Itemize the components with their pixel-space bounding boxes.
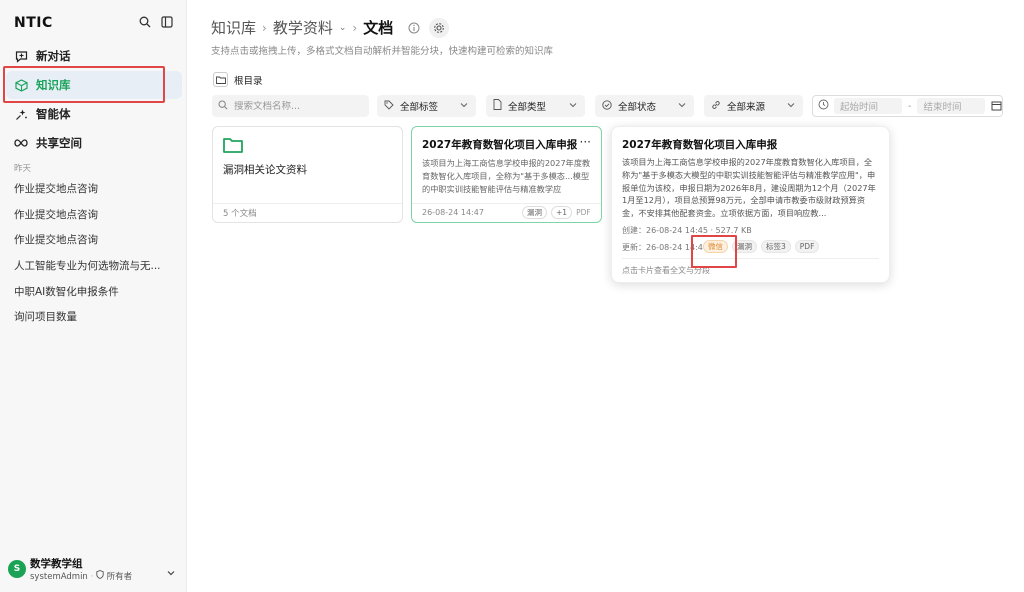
chevron-down-icon <box>568 100 578 110</box>
dropdown-value: 全部标签 <box>400 102 439 113</box>
preview-description: 该项目为上海工商信息学校申报的2027年度教育数智化入库项目，全称为"基于多模态… <box>622 157 876 219</box>
doc-description: 该项目为上海工商信息学校申报的2027年度教育数智化入库项目，全称为"基于多模态… <box>422 158 591 194</box>
tag-chip[interactable]: 漏洞 <box>522 206 547 219</box>
user-profile[interactable]: S 数学教学组 systemAdmin · 所有者 <box>8 556 180 584</box>
collapse-sidebar-icon[interactable] <box>160 15 174 29</box>
infinity-icon <box>14 136 28 150</box>
card-divider <box>213 203 402 204</box>
dropdown-value: 全部类型 <box>508 102 547 113</box>
chevron-down-icon[interactable]: ⌄ <box>339 23 347 33</box>
more-options-icon[interactable]: ··· <box>580 135 591 149</box>
type-filter-dropdown[interactable]: 全部类型 <box>486 95 585 117</box>
chevron-down-icon <box>677 100 687 110</box>
user-meta: systemAdmin · 所有者 <box>30 570 133 582</box>
range-separator: - <box>908 100 912 112</box>
root-label: 根目录 <box>234 75 263 87</box>
nav-shared-space[interactable]: 共享空间 <box>6 129 182 157</box>
nav-label: 智能体 <box>36 107 71 121</box>
tag-icon <box>384 100 394 113</box>
highlight-box <box>691 235 737 268</box>
highlight-box <box>3 66 165 103</box>
info-icon[interactable] <box>405 19 423 37</box>
history-item[interactable]: 作业提交地点咨询 <box>14 227 179 253</box>
doc-title: 2027年教育数智化项目入库申报 <box>422 139 578 151</box>
crumb-teaching-material[interactable]: 教学资料 <box>273 17 333 38</box>
history-item[interactable]: 中职AI数智化申报条件 <box>14 278 179 304</box>
folder-icon <box>223 137 243 157</box>
user-name: 数学教学组 <box>30 558 83 570</box>
gear-icon[interactable] <box>429 17 450 38</box>
crumb-knowledge-base[interactable]: 知识库 <box>211 17 256 38</box>
folder-outline-icon <box>213 72 228 87</box>
chat-history-list: 作业提交地点咨询 作业提交地点咨询 作业提交地点咨询 人工智能专业为何选物流与无… <box>14 176 179 330</box>
nav-label: 共享空间 <box>36 136 82 150</box>
history-item[interactable]: 作业提交地点咨询 <box>14 176 179 202</box>
end-date-field[interactable]: 结束时间 <box>917 98 986 114</box>
search-box <box>212 95 369 117</box>
page-subtitle: 支持点击或拖拽上传，多格式文档自动解析并智能分块，快速构建可检索的知识库 <box>211 46 554 57</box>
search-icon[interactable] <box>138 15 152 29</box>
user-account: systemAdmin <box>30 572 88 582</box>
folder-card[interactable]: 漏洞相关论文资料 5 个文档 <box>212 126 403 223</box>
start-date-field[interactable]: 起始时间 <box>834 98 902 114</box>
file-type-chip: PDF <box>794 240 820 253</box>
chevron-right-icon: › <box>262 20 267 35</box>
nav-label: 新对话 <box>36 49 71 63</box>
main-content: 知识库 › 教学资料 ⌄ › 文档 支持点击或拖拽上传，多格式文档自动解析并智能… <box>188 0 1024 592</box>
folder-doc-count: 5 个文档 <box>223 209 257 219</box>
file-icon <box>493 99 502 113</box>
document-preview-popover[interactable]: 2027年教育数智化项目入库申报 该项目为上海工商信息学校申报的2027年度教育… <box>611 126 890 283</box>
breadcrumb: 知识库 › 教学资料 ⌄ › 文档 <box>211 17 450 38</box>
chevron-down-icon[interactable] <box>166 563 178 576</box>
calendar-icon[interactable] <box>991 100 1004 115</box>
chevron-down-icon <box>786 100 796 110</box>
shield-icon <box>96 570 104 582</box>
nav-agents[interactable]: 智能体 <box>6 100 182 128</box>
tag-chip[interactable]: 标签3 <box>761 240 791 253</box>
source-filter-dropdown[interactable]: 全部来源 <box>704 95 803 117</box>
user-role: 所有者 <box>106 572 133 582</box>
chevron-right-icon: › <box>352 20 358 35</box>
history-section-label: 昨天 <box>14 164 32 174</box>
status-filter-dropdown[interactable]: 全部状态 <box>595 95 694 117</box>
history-item[interactable]: 询问项目数量 <box>14 304 179 330</box>
popover-divider <box>622 258 879 259</box>
app-logo: NTIC <box>14 15 53 31</box>
search-input[interactable] <box>234 100 354 112</box>
doc-time: 26-08-24 14:47 <box>422 208 484 217</box>
file-type: PDF <box>576 208 591 217</box>
dropdown-value: 全部状态 <box>618 102 657 113</box>
avatar: S <box>8 560 26 578</box>
check-circle-icon <box>602 99 612 113</box>
more-tags-chip[interactable]: +1 <box>551 206 573 219</box>
link-icon <box>711 100 721 113</box>
clock-icon <box>818 99 829 113</box>
document-card[interactable]: 2027年教育数智化项目入库申报 ··· 该项目为上海工商信息学校申报的2027… <box>411 126 602 223</box>
doc-tags: 漏洞 +1 PDF <box>522 206 591 219</box>
filter-bar: 全部标签 全部类型 全部状态 全部来源 起始时间 - 结束时间 <box>212 95 1012 117</box>
date-range-picker[interactable]: 起始时间 - 结束时间 <box>812 95 1003 117</box>
tag-filter-dropdown[interactable]: 全部标签 <box>377 95 476 117</box>
search-icon <box>218 99 228 113</box>
preview-title: 2027年教育数智化项目入库申报 <box>622 139 778 151</box>
history-item[interactable]: 人工智能专业为何选物流与无... <box>14 253 179 279</box>
chevron-down-icon <box>459 100 469 110</box>
dropdown-value: 全部来源 <box>727 102 766 113</box>
folder-name: 漏洞相关论文资料 <box>223 164 307 176</box>
history-item[interactable]: 作业提交地点咨询 <box>14 202 179 228</box>
chat-plus-icon <box>14 49 28 63</box>
root-folder-nav[interactable]: 根目录 <box>213 72 263 87</box>
card-divider <box>412 203 601 204</box>
page-title: 文档 <box>363 19 394 37</box>
sidebar: NTIC 新对话 知识库 智能体 共享空间 昨天 作业提交地点咨询 作业提交地点… <box>0 0 187 592</box>
sparkle-icon <box>14 107 28 121</box>
